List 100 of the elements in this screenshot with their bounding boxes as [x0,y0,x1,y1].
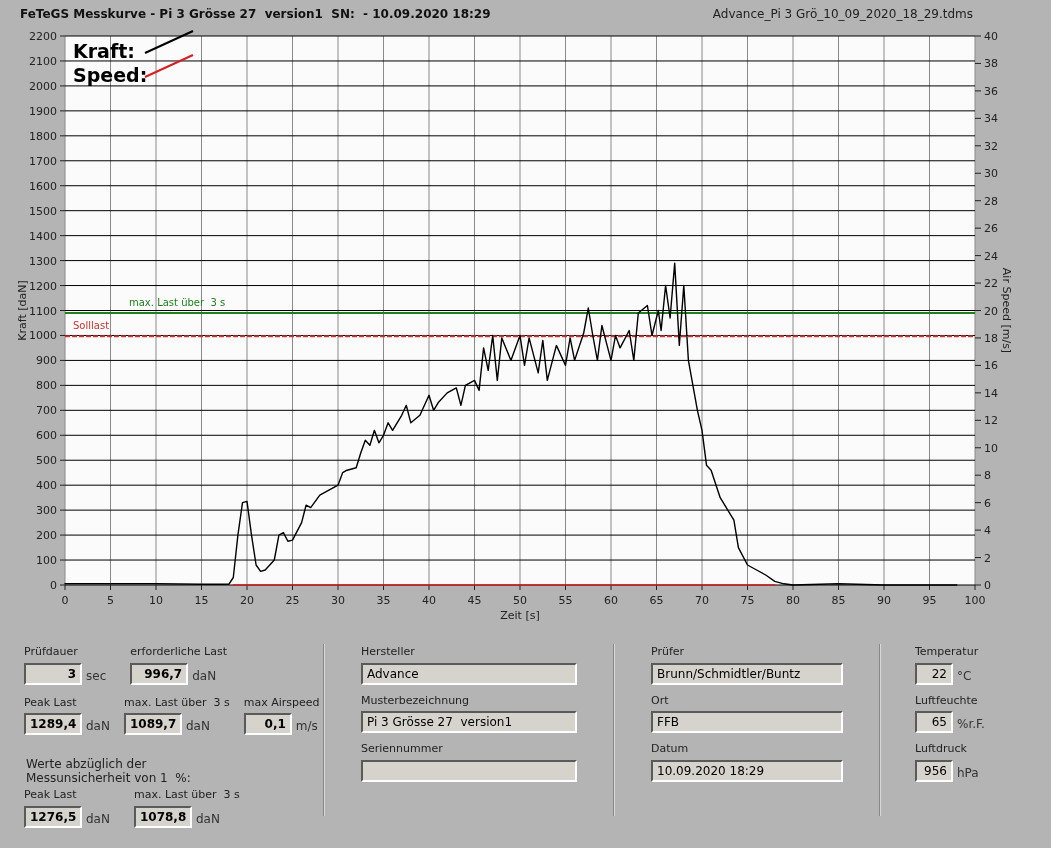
x-axis-tick-label: 65 [649,594,664,607]
y-axis-tick-label: 900 [36,354,57,368]
right-axis-tick-label: 30 [984,167,998,181]
y-axis-tick-label: 1400 [29,229,57,243]
x-axis-tick-label: 80 [786,594,800,607]
right-axis-tick-label: 32 [984,139,998,153]
legend-label: Kraft: [73,40,135,62]
x-axis-tick-label: 70 [695,594,709,607]
field-label: max. Last über 3 s [123,694,230,711]
value-display: 1089,7 [123,713,182,735]
right-axis-tick-label: 0 [984,579,991,592]
y-axis-tick-label: 600 [36,429,57,443]
x-axis-tick-label: 10 [149,594,163,607]
right-axis-label: Air Speed [m/s] [1000,267,1013,354]
field-label: Peak Last [24,787,78,803]
x-axis-tick-label: 15 [194,594,209,607]
right-axis-tick-label: 28 [984,194,998,208]
right-axis-tick-label: 12 [984,414,998,428]
y-axis-tick-label: 1000 [29,329,57,343]
field-label: Seriennummer [361,741,444,757]
x-axis-tick-label: 60 [604,594,618,607]
field-label: Prüfer [651,644,686,660]
y-axis-tick-label: 1700 [29,154,57,168]
right-axis-tick-label: 20 [984,304,998,318]
unit-label: °C [957,667,972,685]
unit-label: daN [86,718,110,735]
y-axis-tick-label: 0 [50,579,57,592]
y-axis-tick-label: 1900 [29,104,57,118]
y-axis-tick-label: 100 [36,554,57,568]
y-axis-tick-label: 700 [36,404,57,418]
right-axis-tick-label: 24 [984,249,998,263]
x-axis-tick-label: 85 [831,594,846,607]
x-axis-tick-label: 20 [240,594,254,607]
x-axis-tick-label: 75 [740,594,755,607]
value-display: 956 [915,759,953,782]
x-axis-tick-label: 55 [558,594,573,607]
field-label: max Airspeed [243,694,320,711]
right-axis-tick-label: 40 [984,30,998,43]
value-display: Advance [361,662,577,685]
y-axis-tick-label: 2200 [29,30,57,43]
value-display: 0,1 [243,713,292,735]
right-axis-tick-label: 34 [984,112,998,126]
reference-line-label: Solllast [73,320,110,332]
field-label: Prüfdauer [24,644,79,660]
right-axis-tick-label: 26 [984,222,998,236]
value-display: 22 [915,662,953,685]
field-label: Luftdruck [915,741,968,757]
right-axis-tick-label: 14 [984,386,998,400]
unit-label: daN [86,810,110,828]
right-axis-tick-label: 38 [984,57,998,71]
y-axis-label: Kraft [daN] [16,280,29,341]
value-display: 3 [24,662,82,685]
value-display: 1078,8 [133,805,192,828]
y-axis-tick-label: 1100 [29,304,57,318]
y-axis-tick-label: 500 [36,454,57,468]
window-title: FeTeGS Messkurve - Pi 3 Grösse 27 version1 SN: - 10.09.2020 18:29 [20,6,491,23]
field-label: max. Last über 3 s [133,787,240,803]
x-axis-tick-label: 95 [922,594,937,607]
value-display: 1276,5 [24,805,82,828]
y-axis-tick-label: 1500 [29,204,57,218]
y-axis-tick-label: 2100 [29,54,57,68]
right-axis-tick-label: 10 [984,441,998,455]
right-axis-tick-label: 22 [984,277,998,291]
field-label: erforderliche Last [130,644,228,660]
value-display: 65 [915,711,953,733]
x-axis-tick-label: 50 [513,594,527,607]
value-display: Pi 3 Grösse 27 version1 [361,711,577,733]
field-label: Ort [651,692,670,709]
y-axis-tick-label: 200 [36,529,57,543]
unit-label: daN [192,667,217,685]
value-display: Brunn/Schmidtler/Buntz [651,662,843,685]
unit-label: daN [185,718,210,735]
x-axis-tick-label: 0 [61,594,69,607]
y-axis-tick-label: 400 [36,479,57,493]
x-axis-tick-label: 45 [467,594,482,607]
field-label: Musterbezeichnung [361,692,471,709]
unit-label: daN [195,810,220,828]
field-label: Temperatur [915,644,980,660]
file-name: Advance_Pi 3 Grö_10_09_2020_18_29.tdms [712,6,973,23]
y-axis-tick-label: 800 [36,379,57,393]
x-axis-tick-label: 25 [285,594,300,607]
right-axis-tick-label: 6 [984,496,991,510]
y-axis-tick-label: 1600 [29,179,57,193]
unit-label: m/s [295,718,318,735]
right-axis-tick-label: 18 [984,331,998,345]
note-text: Werte abzüglich der [26,757,148,771]
right-axis-tick-label: 8 [984,469,991,483]
x-axis-tick-label: 90 [877,594,891,607]
x-axis-tick-label: 30 [331,594,345,607]
y-axis-tick-label: 1800 [29,129,57,143]
x-axis-tick-label: 40 [422,594,436,607]
field-label: Luftfeuchte [915,692,979,709]
legend-label: Speed: [73,64,148,86]
unit-label: sec [86,667,107,685]
x-axis-tick-label: 35 [376,594,391,607]
field-label: Hersteller [361,644,416,660]
value-display: 996,7 [130,662,189,685]
x-axis-label: Zeit [s] [500,609,540,622]
y-axis-tick-label: 1300 [29,254,57,268]
field-label: Datum [651,741,690,757]
